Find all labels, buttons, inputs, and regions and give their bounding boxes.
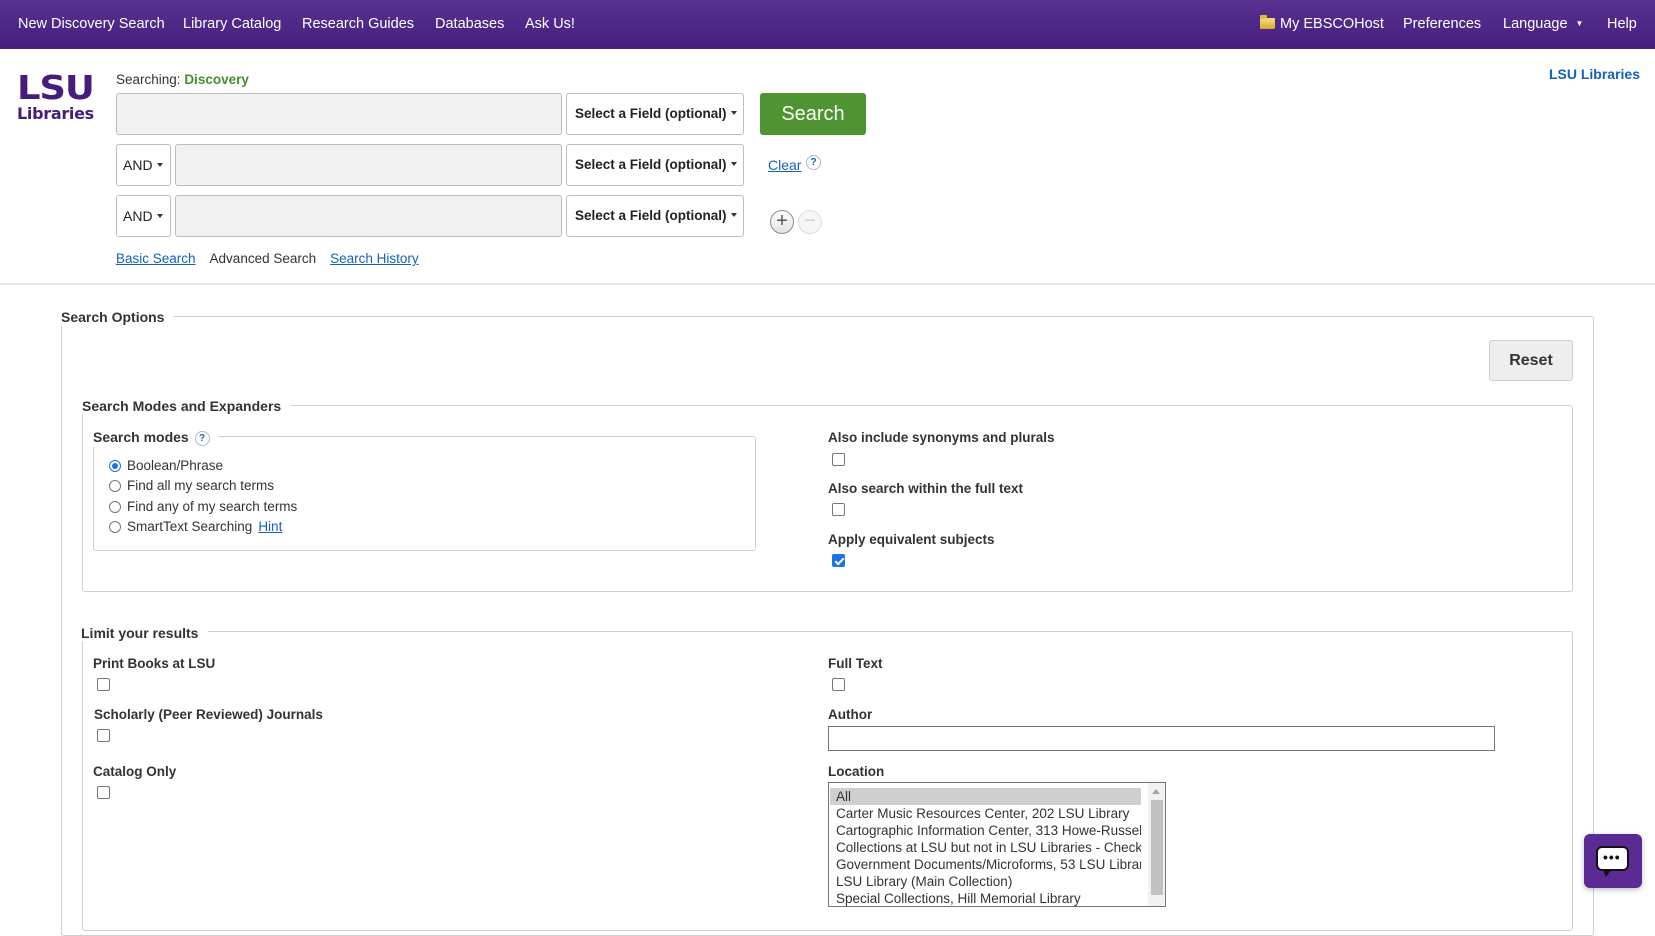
search-modes-help-icon[interactable]: ? <box>194 431 210 446</box>
mode-smarttext[interactable]: SmartText Searching Hint <box>109 519 282 534</box>
mode-label: SmartText Searching <box>127 519 253 534</box>
advanced-search-current: Advanced Search <box>209 251 317 266</box>
location-option[interactable]: Carter Music Resources Center, 202 LSU L… <box>830 805 1141 822</box>
logo-libraries-text: Libraries <box>17 104 94 123</box>
header-divider <box>0 283 1655 285</box>
location-option-selected[interactable]: All <box>830 788 1141 805</box>
radio-unselected[interactable] <box>109 521 121 533</box>
expander-synonyms-checkbox[interactable] <box>832 453 845 466</box>
location-option[interactable]: Collections at LSU but not in LSU Librar… <box>830 839 1141 856</box>
expander-equivalent-subjects-checkbox[interactable] <box>832 554 845 567</box>
location-option[interactable]: Government Documents/Microforms, 53 LSU … <box>830 856 1141 873</box>
expander-equivalent-subjects-label: Apply equivalent subjects <box>828 532 995 547</box>
search-input-row-3[interactable] <box>175 195 562 237</box>
search-input-row-2[interactable] <box>175 144 562 186</box>
author-label: Author <box>828 707 873 722</box>
limiter-catalog-only-label: Catalog Only <box>93 764 177 779</box>
institution-link[interactable]: LSU Libraries <box>1549 66 1640 82</box>
field-select-row-3[interactable]: Select a Field (optional) <box>566 195 744 237</box>
lsu-libraries-logo[interactable]: LSU Libraries <box>17 71 97 124</box>
limiter-print-books-checkbox[interactable] <box>97 678 110 691</box>
radio-unselected[interactable] <box>109 480 121 492</box>
top-navigation-bar: New Discovery Search Library Catalog Res… <box>0 0 1655 49</box>
field-select-label: Select a Field (optional) <box>575 157 727 172</box>
operator-label: AND <box>123 157 153 173</box>
limiter-scholarly-label: Scholarly (Peer Reviewed) Journals <box>94 707 323 722</box>
basic-search-link[interactable]: Basic Search <box>116 251 196 266</box>
nav-preferences[interactable]: Preferences <box>1403 16 1481 32</box>
expander-full-text-checkbox[interactable] <box>832 503 845 516</box>
operator-label: AND <box>123 208 153 224</box>
field-select-row-2[interactable]: Select a Field (optional) <box>566 144 744 186</box>
author-input[interactable] <box>828 726 1495 751</box>
field-select-label: Select a Field (optional) <box>575 208 727 223</box>
field-select-row-1[interactable]: Select a Field (optional) <box>566 93 744 135</box>
limiter-full-text-label: Full Text <box>828 656 883 671</box>
nav-library-catalog[interactable]: Library Catalog <box>183 16 281 32</box>
chat-bubble-icon: ••• <box>1596 846 1629 877</box>
clear-link[interactable]: Clear <box>768 157 801 173</box>
location-label: Location <box>828 764 885 779</box>
search-options-title: Search Options <box>61 309 175 325</box>
radio-selected[interactable] <box>109 460 121 472</box>
limiter-scholarly-checkbox[interactable] <box>97 729 110 742</box>
logo-lsu-text: LSU <box>17 68 95 107</box>
caret-down-icon <box>730 111 737 115</box>
scroll-up-arrow-icon[interactable] <box>1152 789 1160 794</box>
nav-language[interactable]: Language ▼ <box>1503 16 1583 32</box>
boolean-operator-row-2[interactable]: AND <box>116 144 171 186</box>
limiter-catalog-only-checkbox[interactable] <box>97 786 110 799</box>
caret-down-icon <box>156 214 163 218</box>
mode-label: Boolean/Phrase <box>127 458 224 473</box>
caret-down-icon <box>156 163 163 167</box>
folder-icon <box>1260 15 1275 29</box>
nav-new-discovery-search[interactable]: New Discovery Search <box>18 16 165 32</box>
expander-full-text-label: Also search within the full text <box>828 481 1024 496</box>
location-option[interactable]: LSU Library (Main Collection) <box>830 873 1141 890</box>
search-modes-label: Search modes <box>93 429 189 445</box>
caret-down-icon <box>730 162 737 166</box>
nav-research-guides[interactable]: Research Guides <box>302 16 414 32</box>
my-ebscohost-label: My EBSCOHost <box>1280 16 1384 32</box>
field-select-label: Select a Field (optional) <box>575 106 727 121</box>
search-button[interactable]: Search <box>760 93 866 135</box>
search-input-row-1[interactable] <box>116 93 562 135</box>
reset-button[interactable]: Reset <box>1489 340 1573 381</box>
nav-help[interactable]: Help <box>1607 16 1637 32</box>
radio-unselected[interactable] <box>109 501 121 513</box>
mode-boolean-phrase[interactable]: Boolean/Phrase <box>109 458 223 473</box>
scrollbar-thumb[interactable] <box>1151 800 1163 895</box>
searching-indicator: Searching: Discovery <box>116 72 249 87</box>
caret-down-icon: ▼ <box>1575 19 1584 28</box>
chat-widget-button[interactable]: ••• <box>1584 834 1642 888</box>
database-name[interactable]: Discovery <box>184 72 249 87</box>
search-history-link[interactable]: Search History <box>330 251 419 266</box>
limit-results-title: Limit your results <box>81 625 209 641</box>
limiter-full-text-checkbox[interactable] <box>832 678 845 691</box>
search-type-links: Basic Search Advanced Search Search Histor… <box>116 251 419 266</box>
searching-label: Searching: <box>116 72 181 87</box>
location-scrollbar[interactable] <box>1148 783 1165 906</box>
nav-ask-us[interactable]: Ask Us! <box>525 16 575 32</box>
mode-find-all-terms[interactable]: Find all my search terms <box>109 478 274 493</box>
mode-label: Find any of my search terms <box>127 499 298 514</box>
search-modes-title: Search modes ? <box>93 429 218 447</box>
limiter-print-books-label: Print Books at LSU <box>93 656 216 671</box>
hint-link[interactable]: Hint <box>258 519 282 534</box>
mode-find-any-terms[interactable]: Find any of my search terms <box>109 499 297 514</box>
mode-label: Find all my search terms <box>127 478 275 493</box>
nav-my-ebscohost[interactable]: My EBSCOHost <box>1260 15 1384 32</box>
location-listbox[interactable]: All Carter Music Resources Center, 202 L… <box>828 782 1166 907</box>
search-modes-expanders-title: Search Modes and Expanders <box>82 398 292 414</box>
language-label: Language <box>1503 16 1568 32</box>
location-option[interactable]: Special Collections, Hill Memorial Libra… <box>830 890 1141 906</box>
help-icon[interactable]: ? <box>806 155 821 170</box>
remove-row-icon[interactable]: − <box>798 210 822 234</box>
location-option[interactable]: Cartographic Information Center, 313 How… <box>830 822 1141 839</box>
nav-databases[interactable]: Databases <box>435 16 504 32</box>
add-row-icon[interactable]: + <box>770 210 794 234</box>
expander-synonyms-label: Also include synonyms and plurals <box>828 430 1055 445</box>
caret-down-icon <box>730 213 737 217</box>
boolean-operator-row-3[interactable]: AND <box>116 195 171 237</box>
